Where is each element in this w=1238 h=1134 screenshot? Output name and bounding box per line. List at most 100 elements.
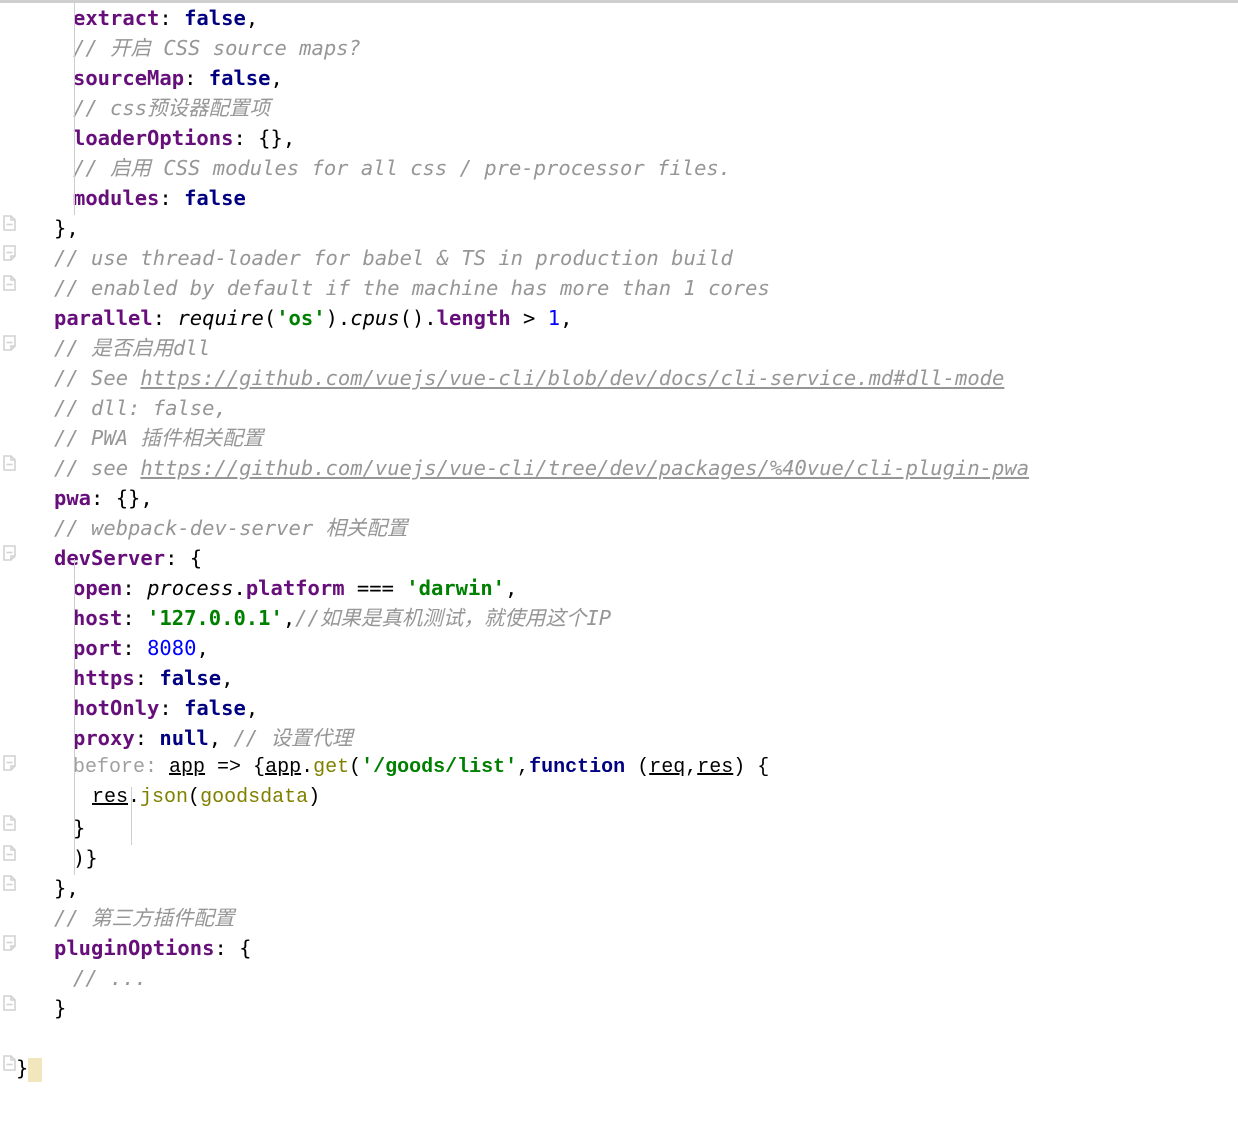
- code-token: function: [529, 756, 626, 779]
- code-token: // 第三方插件配置: [54, 906, 235, 930]
- code-line[interactable]: )}: [0, 843, 1238, 873]
- code-token: '/goods/list': [361, 756, 518, 779]
- code-token: get: [313, 756, 350, 779]
- code-token: host: [73, 606, 123, 630]
- code-line[interactable]: // PWA 插件相关配置: [0, 423, 1238, 453]
- code-line[interactable]: // 开启 CSS source maps?: [0, 33, 1238, 63]
- code-token: 1: [547, 306, 561, 330]
- code-line[interactable]: // enabled by default if the machine has…: [0, 273, 1238, 303]
- code-token: // enabled by default if the machine has…: [54, 276, 770, 300]
- code-line[interactable]: res.json(goodsdata): [0, 783, 1238, 813]
- code-token: ,: [208, 726, 234, 750]
- code-token: //如果是真机测试，就使用这个IP: [295, 606, 612, 630]
- code-line[interactable]: port: 8080,: [0, 633, 1238, 663]
- code-content[interactable]: extract: false, // 开启 CSS source maps? sou…: [0, 3, 1238, 1083]
- code-token: (: [263, 306, 277, 330]
- code-token: app: [169, 756, 206, 779]
- code-token: ,: [517, 756, 530, 779]
- indent-guide: [131, 787, 132, 845]
- code-token: devServer: [54, 546, 166, 570]
- code-token: (: [188, 786, 201, 809]
- code-token: ,: [245, 696, 259, 720]
- code-token: >: [510, 306, 548, 330]
- code-token: // 设置代理: [233, 726, 353, 750]
- code-token: req: [649, 756, 686, 779]
- code-line[interactable]: // webpack-dev-server 相关配置: [0, 513, 1238, 543]
- code-line[interactable]: open: process.platform === 'darwin',: [0, 573, 1238, 603]
- code-token: : {},: [91, 486, 153, 510]
- code-token: ).: [325, 306, 351, 330]
- code-line[interactable]: [0, 1023, 1238, 1053]
- code-line[interactable]: }: [0, 813, 1238, 843]
- code-token: ,: [685, 756, 698, 779]
- code-line[interactable]: devServer: {: [0, 543, 1238, 573]
- code-token: length: [436, 306, 511, 330]
- code-token: ,: [505, 576, 518, 600]
- code-token: cpus: [350, 306, 400, 330]
- code-token: // 是否启用dll: [54, 336, 211, 360]
- code-token: modules: [73, 186, 160, 210]
- code-line[interactable]: before: app => {app.get('/goods/list',fu…: [0, 753, 1238, 783]
- code-line[interactable]: https: false,: [0, 663, 1238, 693]
- indent-guide: [74, 3, 75, 215]
- code-token: pwa: [54, 486, 92, 510]
- code-token: false: [184, 186, 246, 210]
- code-token: // 开启 CSS source maps?: [73, 36, 361, 60]
- code-line[interactable]: // see https://github.com/vuejs/vue-cli/…: [0, 453, 1238, 483]
- code-token: https: [73, 666, 135, 690]
- code-editor[interactable]: extract: false, // 开启 CSS source maps? sou…: [0, 0, 1238, 1134]
- code-token: json: [140, 786, 189, 809]
- code-token: }: [16, 1056, 29, 1080]
- code-token: // css预设器配置项: [73, 96, 271, 120]
- code-line[interactable]: },: [0, 873, 1238, 903]
- code-token: // use thread-loader for babel & TS in p…: [54, 246, 733, 270]
- code-token: ,: [270, 66, 283, 90]
- code-token: :: [145, 756, 170, 779]
- code-token: :: [152, 306, 178, 330]
- code-line[interactable]: // use thread-loader for babel & TS in p…: [0, 243, 1238, 273]
- code-token: :: [184, 66, 209, 90]
- code-line[interactable]: // dll: false,: [0, 393, 1238, 423]
- code-token: (: [349, 756, 362, 779]
- code-token: => {: [205, 756, 266, 779]
- code-token: :: [159, 6, 185, 30]
- code-line[interactable]: loaderOptions: {},: [0, 123, 1238, 153]
- code-line[interactable]: // 第三方插件配置: [0, 903, 1238, 933]
- code-line[interactable]: // ...: [0, 963, 1238, 993]
- code-token: .: [233, 576, 246, 600]
- code-token: ,: [560, 306, 573, 330]
- code-line[interactable]: // See https://github.com/vuejs/vue-cli/…: [0, 363, 1238, 393]
- code-token: hotOnly: [73, 696, 160, 720]
- code-line[interactable]: // 启用 CSS modules for all css / pre-proc…: [0, 153, 1238, 183]
- code-line[interactable]: hotOnly: false,: [0, 693, 1238, 723]
- code-token: :: [134, 726, 160, 750]
- code-token: require: [177, 306, 264, 330]
- code-token: :: [122, 606, 148, 630]
- code-line[interactable]: }: [0, 1053, 1238, 1083]
- code-line[interactable]: },: [0, 213, 1238, 243]
- code-token: res: [697, 756, 734, 779]
- code-token: :: [134, 666, 160, 690]
- code-line[interactable]: modules: false: [0, 183, 1238, 213]
- code-line[interactable]: pwa: {},: [0, 483, 1238, 513]
- code-line[interactable]: pluginOptions: {: [0, 933, 1238, 963]
- code-token: .: [301, 756, 314, 779]
- code-token: ): [308, 786, 321, 809]
- code-line[interactable]: // 是否启用dll: [0, 333, 1238, 363]
- code-line[interactable]: parallel: require('os').cpus().length > …: [0, 303, 1238, 333]
- code-token: ().: [399, 306, 437, 330]
- code-line[interactable]: extract: false,: [0, 3, 1238, 33]
- code-token: port: [73, 636, 123, 660]
- code-line[interactable]: sourceMap: false,: [0, 63, 1238, 93]
- code-token: // see: [54, 456, 141, 480]
- code-token: 8080: [147, 636, 197, 660]
- code-line[interactable]: // css预设器配置项: [0, 93, 1238, 123]
- code-token: null: [159, 726, 209, 750]
- code-token: res: [92, 786, 129, 809]
- code-line[interactable]: }: [0, 993, 1238, 1023]
- code-token: '127.0.0.1': [147, 606, 283, 630]
- code-line[interactable]: proxy: null, // 设置代理: [0, 723, 1238, 753]
- code-token: : {: [214, 936, 252, 960]
- code-line[interactable]: host: '127.0.0.1',//如果是真机测试，就使用这个IP: [0, 603, 1238, 633]
- code-token: false: [208, 66, 271, 90]
